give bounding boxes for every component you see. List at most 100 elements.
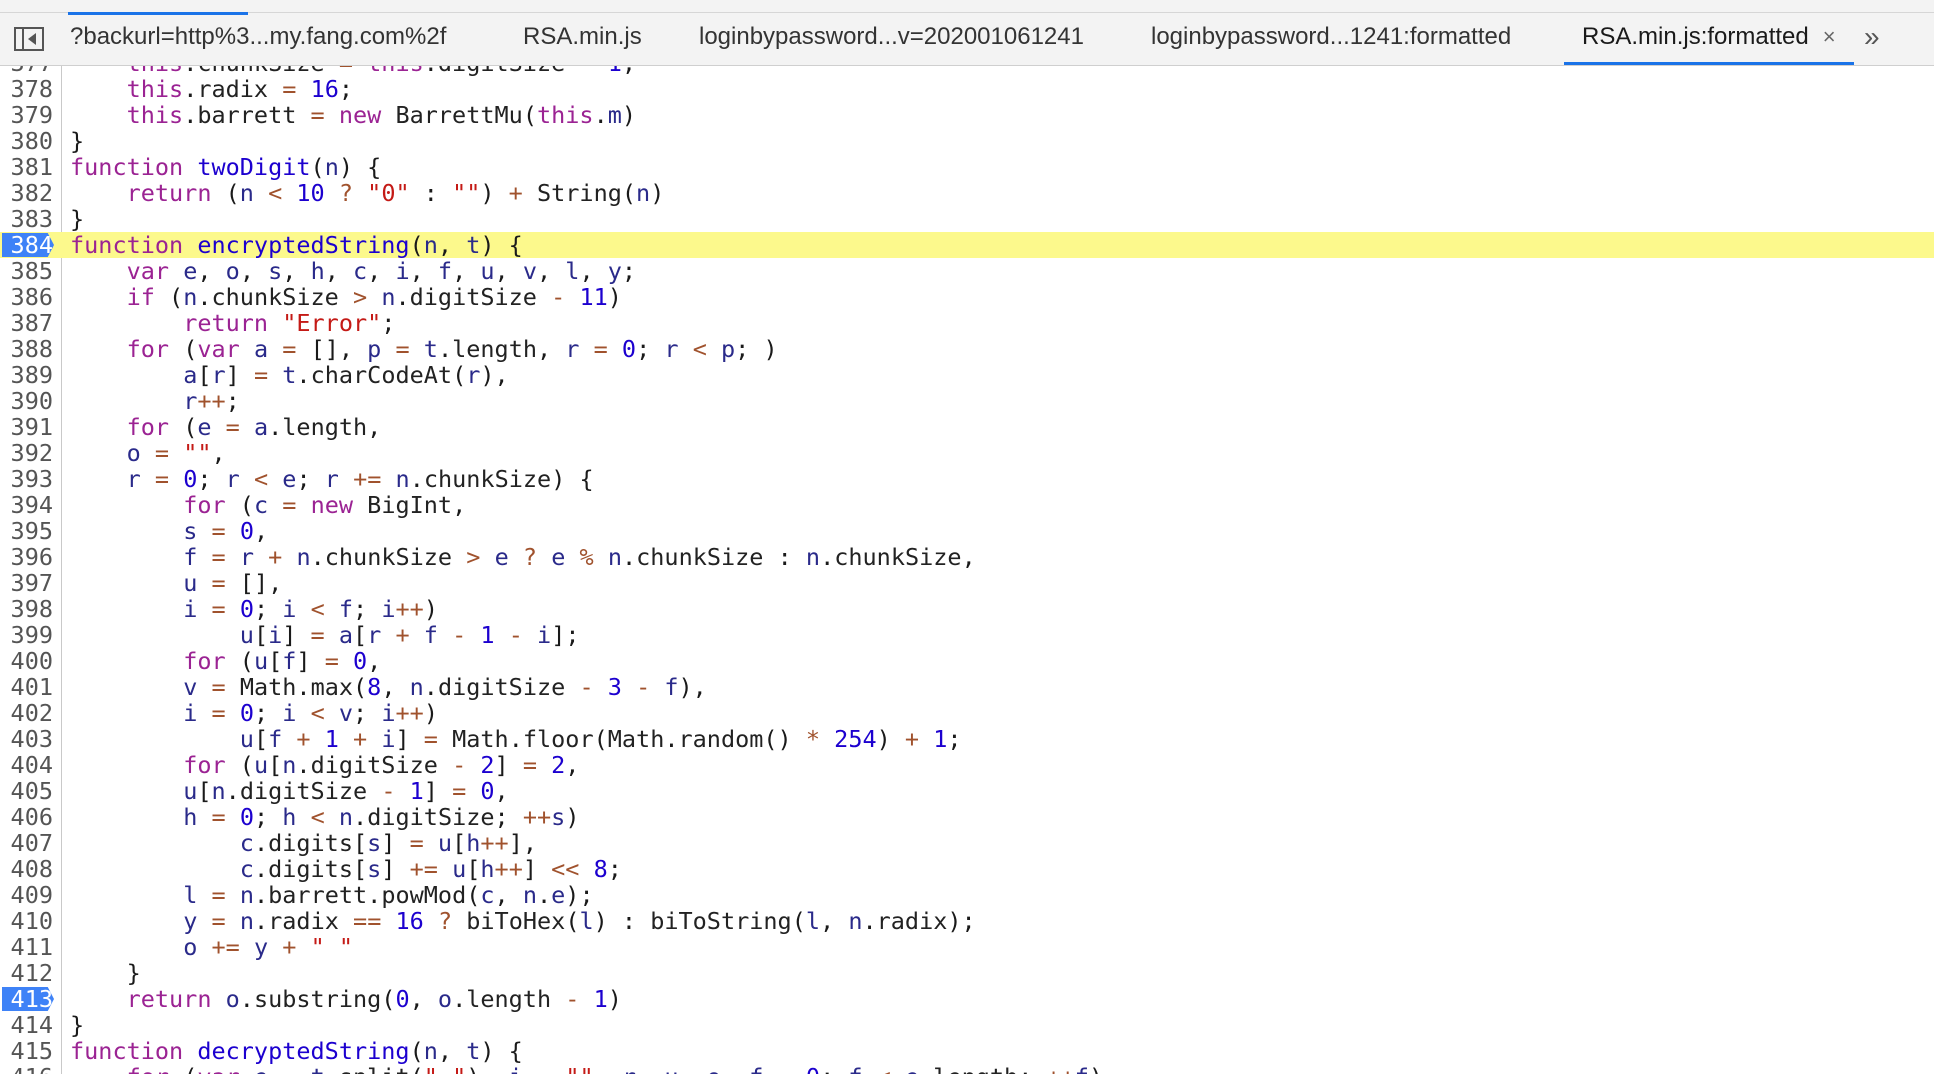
line-number[interactable]: 408 xyxy=(0,856,53,882)
code-line[interactable]: 401 v = Math.max(8, n.digitSize - 3 - f)… xyxy=(0,674,1934,700)
line-number[interactable]: 400 xyxy=(0,648,53,674)
code-line[interactable]: 397 u = [], xyxy=(0,570,1934,596)
toggle-navigator-icon[interactable] xyxy=(14,27,44,51)
line-number[interactable]: 412 xyxy=(0,960,53,986)
line-number[interactable]: 411 xyxy=(0,934,53,960)
code-text: function encryptedString(n, t) { xyxy=(70,231,523,259)
code-line[interactable]: 391 for (e = a.length, xyxy=(0,414,1934,440)
line-number[interactable]: 394 xyxy=(0,492,53,518)
line-number[interactable]: 379 xyxy=(0,102,53,128)
code-text: c.digits[s] += u[h++] << 8; xyxy=(239,855,622,883)
editor-tab-bar: ?backurl=http%3...my.fang.com%2f RSA.min… xyxy=(0,0,1934,66)
code-line[interactable]: 409 l = n.barrett.powMod(c, n.e); xyxy=(0,882,1934,908)
line-number[interactable]: 387 xyxy=(0,310,53,336)
code-line[interactable]: 380} xyxy=(0,128,1934,154)
line-number[interactable]: 409 xyxy=(0,882,53,908)
code-line[interactable]: 410 y = n.radix == 16 ? biToHex(l) : biT… xyxy=(0,908,1934,934)
line-number[interactable]: 382 xyxy=(0,180,53,206)
line-number[interactable]: 406 xyxy=(0,804,53,830)
tab-rsa-min-js-formatted[interactable]: RSA.min.js:formatted × xyxy=(1564,12,1854,65)
code-line[interactable]: 416 for (var e = t.split(" "), i = "", r… xyxy=(0,1064,1934,1074)
line-number[interactable]: 403 xyxy=(0,726,53,752)
code-line[interactable]: 389 a[r] = t.charCodeAt(r), xyxy=(0,362,1934,388)
line-number[interactable]: 398 xyxy=(0,596,53,622)
code-text: r = 0; r < e; r += n.chunkSize) { xyxy=(126,465,594,493)
more-tabs-chevron-icon[interactable]: » xyxy=(1864,12,1880,65)
code-text: } xyxy=(70,1011,85,1039)
line-number[interactable]: 391 xyxy=(0,414,53,440)
line-number[interactable]: 416 xyxy=(0,1064,53,1074)
line-number[interactable]: 414 xyxy=(0,1012,53,1038)
code-line[interactable]: 405 u[n.digitSize - 1] = 0, xyxy=(0,778,1934,804)
code-line[interactable]: 388 for (var a = [], p = t.length, r = 0… xyxy=(0,336,1934,362)
code-line[interactable]: 398 i = 0; i < f; i++) xyxy=(0,596,1934,622)
line-number[interactable]: 384 xyxy=(0,232,53,258)
code-text: u[i] = a[r + f - 1 - i]; xyxy=(239,621,580,649)
code-line[interactable]: 394 for (c = new BigInt, xyxy=(0,492,1934,518)
code-editor[interactable]: 377 this.chunkSize = this.digitSize - 1;… xyxy=(0,66,1934,1074)
code-line[interactable]: 408 c.digits[s] += u[h++] << 8; xyxy=(0,856,1934,882)
line-number[interactable]: 399 xyxy=(0,622,53,648)
code-line[interactable]: 385 var e, o, s, h, c, i, f, u, v, l, y; xyxy=(0,258,1934,284)
code-line[interactable]: 406 h = 0; h < n.digitSize; ++s) xyxy=(0,804,1934,830)
line-number[interactable]: 410 xyxy=(0,908,53,934)
code-line[interactable]: 399 u[i] = a[r + f - 1 - i]; xyxy=(0,622,1934,648)
line-number[interactable]: 389 xyxy=(0,362,53,388)
line-number[interactable]: 405 xyxy=(0,778,53,804)
line-number[interactable]: 407 xyxy=(0,830,53,856)
code-line[interactable]: 396 f = r + n.chunkSize > e ? e % n.chun… xyxy=(0,544,1934,570)
line-number[interactable]: 397 xyxy=(0,570,53,596)
line-number[interactable]: 385 xyxy=(0,258,53,284)
code-line[interactable]: 386 if (n.chunkSize > n.digitSize - 11) xyxy=(0,284,1934,310)
code-line[interactable]: 403 u[f + 1 + i] = Math.floor(Math.rando… xyxy=(0,726,1934,752)
line-number[interactable]: 390 xyxy=(0,388,53,414)
line-number[interactable]: 383 xyxy=(0,206,53,232)
line-number[interactable]: 380 xyxy=(0,128,53,154)
code-line[interactable]: 393 r = 0; r < e; r += n.chunkSize) { xyxy=(0,466,1934,492)
line-number[interactable]: 388 xyxy=(0,336,53,362)
line-number[interactable]: 386 xyxy=(0,284,53,310)
code-line[interactable]: 381 function twoDigit(n) { xyxy=(0,154,1934,180)
tab-loginbypassword[interactable]: loginbypassword...v=202001061241 xyxy=(699,12,1084,65)
line-number[interactable]: 415 xyxy=(0,1038,53,1064)
code-line[interactable]: 413 return o.substring(0, o.length - 1) xyxy=(0,986,1934,1012)
line-number[interactable]: 392 xyxy=(0,440,53,466)
line-number[interactable]: 395 xyxy=(0,518,53,544)
code-line[interactable]: 384 function encryptedString(n, t) { xyxy=(0,232,1934,258)
code-line[interactable]: 407 c.digits[s] = u[h++], xyxy=(0,830,1934,856)
tab-backurl[interactable]: ?backurl=http%3...my.fang.com%2f xyxy=(68,12,446,65)
code-line[interactable]: 404 for (u[n.digitSize - 2] = 2, xyxy=(0,752,1934,778)
code-line[interactable]: 415 function decryptedString(n, t) { xyxy=(0,1038,1934,1064)
tab-loginbypassword-formatted[interactable]: loginbypassword...1241:formatted xyxy=(1151,12,1511,65)
close-icon[interactable]: × xyxy=(1823,24,1836,49)
code-line[interactable]: 379 this.barrett = new BarrettMu(this.m) xyxy=(0,102,1934,128)
code-text: } xyxy=(70,127,85,155)
line-number[interactable]: 393 xyxy=(0,466,53,492)
code-text: y = n.radix == 16 ? biToHex(l) : biToStr… xyxy=(183,907,976,935)
code-line[interactable]: 392 o = "", xyxy=(0,440,1934,466)
line-number[interactable]: 378 xyxy=(0,76,53,102)
code-line[interactable]: 402 i = 0; i < v; i++) xyxy=(0,700,1934,726)
code-line[interactable]: 387 return "Error"; xyxy=(0,310,1934,336)
code-line[interactable]: 414} xyxy=(0,1012,1934,1038)
line-number[interactable]: 402 xyxy=(0,700,53,726)
code-line[interactable]: 411 o += y + " " xyxy=(0,934,1934,960)
code-line[interactable]: 383} xyxy=(0,206,1934,232)
code-line[interactable]: 395 s = 0, xyxy=(0,518,1934,544)
tab-rsa-min-js[interactable]: RSA.min.js xyxy=(523,12,642,65)
tab-label: loginbypassword...1241:formatted xyxy=(1151,23,1512,50)
line-number[interactable]: 396 xyxy=(0,544,53,570)
code-line[interactable]: 400 for (u[f] = 0, xyxy=(0,648,1934,674)
code-text: for (var e = t.split(" "), i = "", r, u,… xyxy=(70,1064,1104,1074)
line-number[interactable]: 401 xyxy=(0,674,53,700)
code-text: return o.substring(0, o.length - 1) xyxy=(126,985,622,1013)
code-text: i = 0; i < v; i++) xyxy=(183,699,438,727)
code-line[interactable]: 390 r++; xyxy=(0,388,1934,414)
code-line[interactable]: 382 return (n < 10 ? "0" : "") + String(… xyxy=(0,180,1934,206)
line-number[interactable]: 404 xyxy=(0,752,53,778)
line-number[interactable]: 381 xyxy=(0,154,53,180)
code-line[interactable]: 378 this.radix = 16; xyxy=(0,76,1934,102)
code-line[interactable]: 412 } xyxy=(0,960,1934,986)
tab-top-indicator xyxy=(68,12,248,15)
line-number[interactable]: 413 xyxy=(0,986,53,1012)
